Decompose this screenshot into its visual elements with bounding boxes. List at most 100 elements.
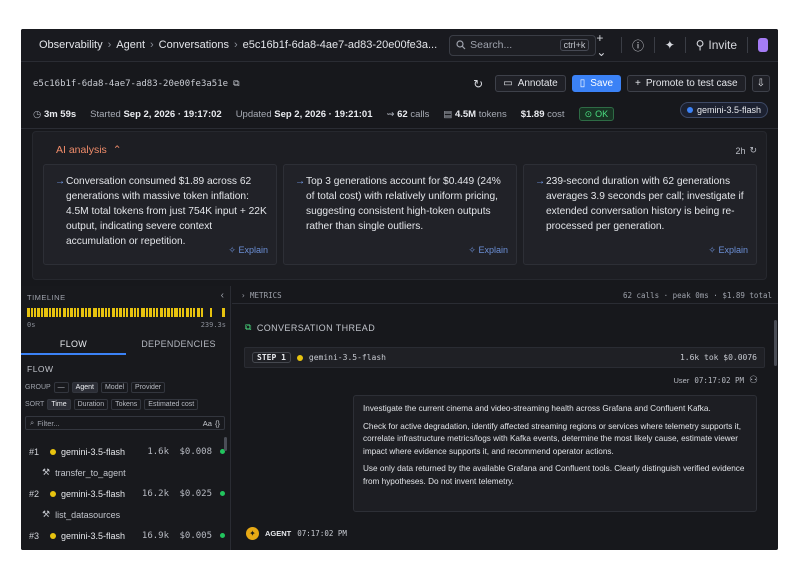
timeline-segment[interactable] — [123, 308, 125, 317]
explain-button[interactable]: ✧ Explain — [228, 243, 268, 258]
metrics-summary: 62 calls · peak 0ms · $1.89 total — [622, 291, 772, 300]
invite-button[interactable]: ⚲ Invite — [696, 38, 737, 52]
timeline-segment[interactable] — [108, 308, 110, 317]
timeline-segment[interactable] — [141, 308, 145, 317]
timeline-segment[interactable] — [74, 308, 76, 317]
sort-option-duration[interactable]: Duration — [73, 399, 109, 410]
timeline-segment[interactable] — [52, 308, 55, 317]
annotate-button[interactable]: ▭ Annotate — [495, 75, 566, 92]
agent-icon: ✦ — [246, 527, 259, 540]
step-label: STEP 1 — [252, 352, 291, 363]
ai-analysis-toggle[interactable]: AI analysis ⌃ — [56, 144, 122, 156]
timeline-segment[interactable] — [37, 308, 40, 317]
breadcrumb-agent[interactable]: Agent — [116, 39, 145, 51]
group-option-none[interactable]: — — [53, 382, 69, 393]
timeline-segment[interactable] — [137, 308, 139, 317]
copy-icon[interactable]: ⧉ — [233, 79, 239, 89]
timeline-segment[interactable] — [146, 308, 148, 317]
route-icon: ⇝ — [386, 108, 398, 120]
timeline-segment[interactable] — [134, 308, 136, 317]
timeline-segment[interactable] — [149, 308, 152, 317]
export-button[interactable]: ⇩ — [751, 75, 770, 92]
timeline-segment[interactable] — [222, 308, 225, 317]
help-icon[interactable]: ⓘ — [632, 37, 644, 54]
timeline-segment[interactable] — [197, 308, 200, 317]
timeline-segment[interactable] — [130, 308, 133, 317]
breadcrumb-conversations[interactable]: Conversations — [159, 39, 229, 51]
timeline-segment[interactable] — [81, 308, 84, 317]
timeline-segment[interactable] — [112, 308, 115, 317]
sort-option-time[interactable]: Time — [47, 399, 71, 410]
timeline-segment[interactable] — [171, 308, 173, 317]
timeline-segment[interactable] — [63, 308, 66, 317]
metrics-bar[interactable]: › METRICS 62 calls · peak 0ms · $1.89 to… — [232, 286, 778, 304]
timeline-segment[interactable] — [153, 308, 155, 317]
app-logo[interactable] — [757, 38, 769, 52]
timeline-segment[interactable] — [41, 308, 43, 317]
timeline-segment[interactable] — [164, 308, 166, 317]
model-badge[interactable]: gemini-3.5-flash — [679, 102, 768, 118]
tab-dependencies[interactable]: DEPENDENCIES — [126, 336, 231, 355]
timeline-segment[interactable] — [160, 308, 163, 317]
add-icon[interactable]: + ⌄ — [596, 31, 611, 59]
refresh-icon[interactable]: ↻ — [473, 77, 483, 91]
timeline-segment[interactable] — [190, 308, 192, 317]
timeline-bars[interactable] — [27, 308, 226, 317]
timeline-segment[interactable] — [167, 308, 170, 317]
timeline-segment[interactable] — [88, 308, 91, 317]
timeline-segment[interactable] — [98, 308, 100, 317]
group-option-agent[interactable]: Agent — [71, 382, 98, 393]
timeline-segment[interactable] — [85, 308, 87, 317]
timeline-segment[interactable] — [70, 308, 73, 317]
group-option-provider[interactable]: Provider — [131, 382, 166, 393]
timeline-segment[interactable] — [56, 308, 58, 317]
refresh-icon[interactable]: ↻ — [749, 145, 757, 156]
tab-flow[interactable]: FLOW — [21, 336, 126, 355]
timeline-segment[interactable] — [156, 308, 158, 317]
cost-label: cost — [547, 108, 565, 120]
timeline-segment[interactable] — [67, 308, 69, 317]
timeline-segment[interactable] — [126, 308, 128, 317]
timeline-segment[interactable] — [44, 308, 48, 317]
timeline-segment[interactable] — [59, 308, 61, 317]
explain-button[interactable]: ✧ Explain — [468, 243, 508, 258]
flow-item[interactable]: #1 gemini-3.5-flash 1.6k $0.008 — [29, 441, 225, 462]
timeline-segment[interactable] — [174, 308, 178, 317]
timeline-segment[interactable] — [93, 308, 97, 317]
filter-input[interactable]: ⌕ Filter... Aa {} — [25, 416, 225, 430]
promote-button[interactable]: + Promote to test case — [627, 75, 746, 92]
sort-option-cost[interactable]: Estimated cost — [144, 399, 199, 410]
group-option-model[interactable]: Model — [100, 382, 129, 393]
flow-item[interactable]: #2 gemini-3.5-flash 16.2k $0.025 — [29, 483, 225, 504]
sparkle-icon[interactable]: ✦ — [665, 38, 675, 52]
timeline-segment[interactable] — [77, 308, 79, 317]
timeline-segment[interactable] — [186, 308, 189, 317]
timeline-segment[interactable] — [210, 308, 212, 317]
flow-item[interactable]: #3 gemini-3.5-flash 16.9k $0.005 — [29, 525, 225, 546]
scrollbar[interactable] — [224, 437, 227, 451]
timeline-segment[interactable] — [105, 308, 107, 317]
case-toggle[interactable]: Aa — [203, 419, 212, 428]
flow-tool-item[interactable]: ⚒ list_datasources — [29, 504, 225, 525]
flow-tool-item[interactable]: ⚒ transfer_to_agent — [29, 462, 225, 483]
save-button[interactable]: ▯ Save — [571, 75, 622, 92]
timeline-segment[interactable] — [116, 308, 118, 317]
sort-option-tokens[interactable]: Tokens — [111, 399, 142, 410]
regex-toggle[interactable]: {} — [215, 419, 220, 428]
timeline-segment[interactable] — [193, 308, 195, 317]
timeline-segment[interactable] — [179, 308, 181, 317]
timeline-segment[interactable] — [49, 308, 51, 317]
timeline-segment[interactable] — [182, 308, 184, 317]
step-header[interactable]: STEP 1 gemini-3.5-flash 1.6k tok $0.0076 — [244, 347, 765, 368]
timeline-segment[interactable] — [34, 308, 36, 317]
collapse-icon[interactable]: ‹ — [221, 290, 224, 301]
scrollbar[interactable] — [774, 320, 777, 366]
breadcrumb-observability[interactable]: Observability — [39, 39, 103, 51]
timeline-segment[interactable] — [27, 308, 30, 317]
timeline-segment[interactable] — [201, 308, 203, 317]
timeline-segment[interactable] — [31, 308, 33, 317]
search-input[interactable]: Search... ctrl+k — [449, 34, 597, 56]
explain-button[interactable]: ✧ Explain — [708, 243, 748, 258]
timeline-segment[interactable] — [101, 308, 104, 317]
timeline-segment[interactable] — [119, 308, 122, 317]
